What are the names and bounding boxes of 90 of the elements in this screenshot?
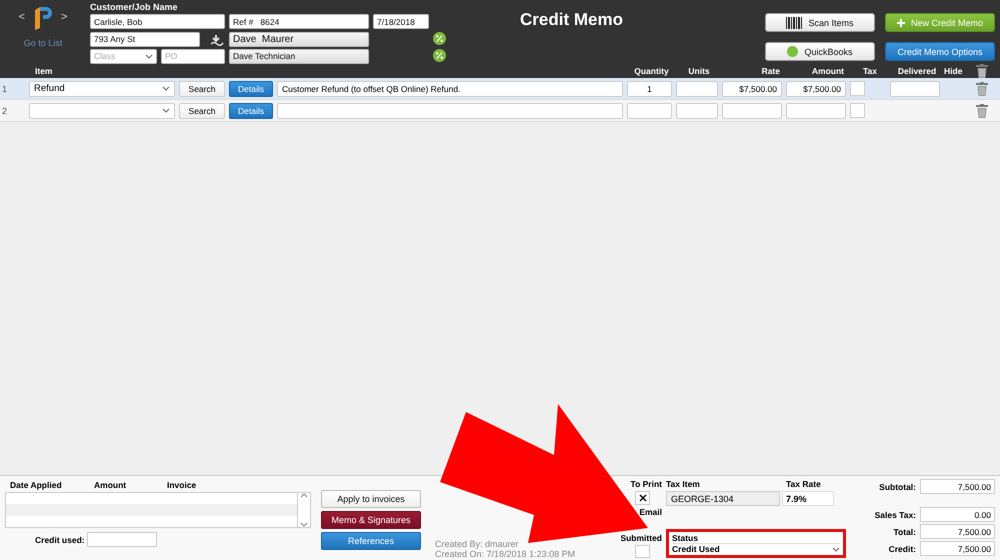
address-field[interactable]: 793 Any St (90, 32, 200, 46)
total-label: Credit: (888, 544, 916, 554)
scroll-up-icon[interactable] (300, 493, 308, 498)
units-field[interactable] (676, 80, 718, 96)
rate-field[interactable]: $7,500.00 (722, 80, 782, 96)
column-header: Tax (862, 66, 878, 76)
memo-signatures-button[interactable]: Memo & Signatures (321, 511, 421, 529)
quantity-field[interactable] (627, 102, 672, 118)
column-header: Amount (812, 66, 844, 76)
quantity-field[interactable]: 1 (627, 80, 672, 96)
column-header: Hide (944, 66, 964, 76)
line-item-row[interactable]: 2 Search Details (0, 100, 1000, 122)
column-header: Amount (94, 480, 128, 490)
row-number: 2 (1, 106, 8, 116)
column-header: Delivered (898, 66, 936, 76)
page-title: Credit Memo (520, 10, 623, 30)
credit-used-field[interactable] (86, 532, 157, 547)
references-button[interactable]: References (321, 532, 421, 550)
total-field: 7,500.00 (920, 541, 995, 556)
tax-item-field[interactable]: GEORGE-1304 (666, 491, 780, 506)
plus-icon (896, 18, 905, 26)
column-header: Date Applied (9, 480, 63, 490)
total-label: Subtotal: (879, 482, 916, 492)
technician-select[interactable]: Dave Technician (229, 48, 369, 64)
trash-icon[interactable] (976, 104, 988, 118)
email-label: Email (639, 506, 662, 516)
search-button[interactable]: Search (179, 102, 225, 118)
total-field: 7,500.00 (920, 479, 995, 494)
amount-field[interactable]: $7,500.00 (786, 80, 846, 96)
search-button[interactable]: Search (179, 80, 225, 96)
ref-field[interactable]: Ref # 8624 (229, 14, 369, 30)
description-field[interactable] (277, 102, 623, 118)
quickbooks-button[interactable]: QuickBooks (765, 42, 875, 61)
amount-field[interactable] (786, 102, 846, 118)
logo-icon (33, 4, 53, 30)
field-label: Customer/Job Name (90, 2, 179, 12)
barcode-icon (786, 16, 802, 28)
units-field[interactable] (676, 102, 718, 118)
details-button[interactable]: Details (229, 102, 273, 118)
caret-icon (832, 546, 840, 552)
line-item-row[interactable]: 1 Refund Search Details Customer Refund (to offset QB Online) Refund. 1 $7,500.00 $7,500.00 (0, 78, 1000, 100)
previous-button[interactable]: < (18, 11, 25, 23)
customer-field[interactable]: Carlisle, Bob (90, 14, 225, 30)
submitted-checkbox[interactable] (635, 544, 650, 558)
percent-icon[interactable] (433, 48, 446, 62)
trash-icon[interactable] (976, 82, 988, 96)
item-select[interactable]: Refund (29, 80, 175, 96)
total-label: Total: (893, 526, 916, 536)
credit-used-label: Credit used: (35, 534, 85, 544)
signature-icon[interactable] (210, 34, 224, 46)
scan-button[interactable]: Scan Items (765, 13, 875, 32)
column-header: Invoice (167, 480, 196, 490)
to-print-label: To Print (630, 479, 662, 489)
description-field[interactable]: Customer Refund (to offset QB Online) Refund. (277, 80, 623, 96)
scroll-down-icon[interactable] (300, 522, 308, 527)
date-field[interactable]: 7/18/2018 (373, 14, 429, 30)
column-header: Rate (762, 66, 780, 76)
tax-rate-label: Tax Rate (786, 479, 821, 489)
percent-icon[interactable] (433, 32, 446, 44)
caret-icon (162, 86, 170, 91)
status-dot-icon (787, 46, 798, 57)
caret-icon (162, 108, 170, 113)
created-info: Created By: dmaurer (435, 539, 520, 549)
column-header: Quantity (634, 66, 669, 76)
column-header: Units (688, 66, 710, 76)
tax-checkbox[interactable] (850, 81, 865, 96)
tax-item-label: Tax Item (666, 479, 701, 489)
total-label: Sales Tax: (874, 510, 916, 520)
go-to-list-link[interactable]: Go to List (24, 38, 62, 48)
next-button[interactable]: > (61, 11, 68, 23)
x-mark-icon (638, 494, 646, 502)
status-select[interactable]: Status Credit Used (666, 529, 846, 558)
created-info: Created On: 7/18/2018 1:23:08 PM (435, 549, 576, 559)
to-print-checkbox[interactable] (635, 491, 650, 504)
column-header: Item (34, 66, 54, 76)
tax-checkbox[interactable] (850, 103, 865, 118)
tax-rate-field[interactable]: 7.9% (782, 491, 834, 506)
apply-invoices-button[interactable]: Apply to invoices (321, 490, 421, 508)
options-button[interactable]: Credit Memo Options (885, 42, 995, 61)
row-number: 1 (1, 84, 8, 94)
total-field: 0.00 (920, 507, 995, 522)
item-select[interactable] (29, 102, 175, 118)
details-button[interactable]: Details (229, 80, 273, 96)
rate-field[interactable] (722, 102, 782, 118)
rep-select[interactable]: Dave Maurer (229, 32, 369, 46)
delivered-field[interactable] (890, 80, 940, 96)
trash-icon[interactable] (976, 64, 988, 78)
caret-icon (145, 54, 153, 59)
total-field: 7,500.00 (920, 524, 995, 539)
submitted-label: Submitted (620, 532, 662, 542)
